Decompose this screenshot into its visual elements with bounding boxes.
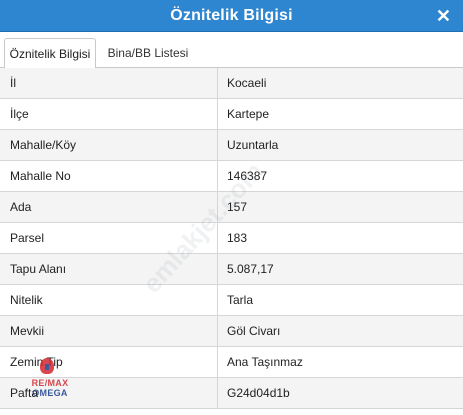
attribute-key: Mahalle/Köy [0,130,218,160]
remax-logo: RE/MAX OMEGA [22,358,78,406]
table-row: Mahalle/Köy Uzuntarla [0,130,463,161]
table-row: Nitelik Tarla [0,285,463,316]
dialog-title: Öznitelik Bilgisi [170,6,293,24]
logo-line-1: RE/MAX [31,378,69,388]
attribute-value: Kocaeli [227,76,267,90]
table-row: Ada 157 [0,192,463,223]
attribute-value: Kartepe [227,107,270,121]
tab-bar: Öznitelik Bilgisi Bina/BB Listesi [0,32,463,69]
tab-oznitelik-bilgisi[interactable]: Öznitelik Bilgisi [4,38,96,69]
attribute-value: Ana Taşınmaz [227,355,303,369]
dialog-titlebar: Öznitelik Bilgisi ✕ [0,0,463,32]
table-row: Parsel 183 [0,223,463,254]
close-icon[interactable]: ✕ [436,6,451,26]
logo-line-2: OMEGA [32,388,68,398]
table-row: İlçe Kartepe [0,99,463,130]
attribute-value: 157 [227,200,248,214]
table-row: İl Kocaeli [0,68,463,99]
tab-bina-bb-listesi[interactable]: Bina/BB Listesi [100,38,196,68]
attribute-value: 146387 [227,169,268,183]
attribute-key: Tapu Alanı [0,254,218,284]
table-row: Tapu Alanı 5.087,17 [0,254,463,285]
attribute-value: 183 [227,231,248,245]
table-row: Mahalle No 146387 [0,161,463,192]
attribute-key: Parsel [0,223,218,253]
attribute-value: Uzuntarla [227,138,279,152]
attribute-key: Mahalle No [0,161,218,191]
attribute-table: İl Kocaeli İlçe Kartepe Mahalle/Köy Uzun… [0,68,463,409]
attribute-value: Tarla [227,293,254,307]
attribute-key: İl [0,68,218,98]
attribute-value: 5.087,17 [227,262,274,276]
attribute-value: Göl Civarı [227,324,281,338]
attribute-key: İlçe [0,99,218,129]
attribute-key: Mevkii [0,316,218,346]
attribute-key: Ada [0,192,218,222]
table-row: Mevkii Göl Civarı [0,316,463,347]
attribute-value: G24d04d1b [227,386,290,400]
attribute-key: Nitelik [0,285,218,315]
balloon-icon [40,358,54,374]
